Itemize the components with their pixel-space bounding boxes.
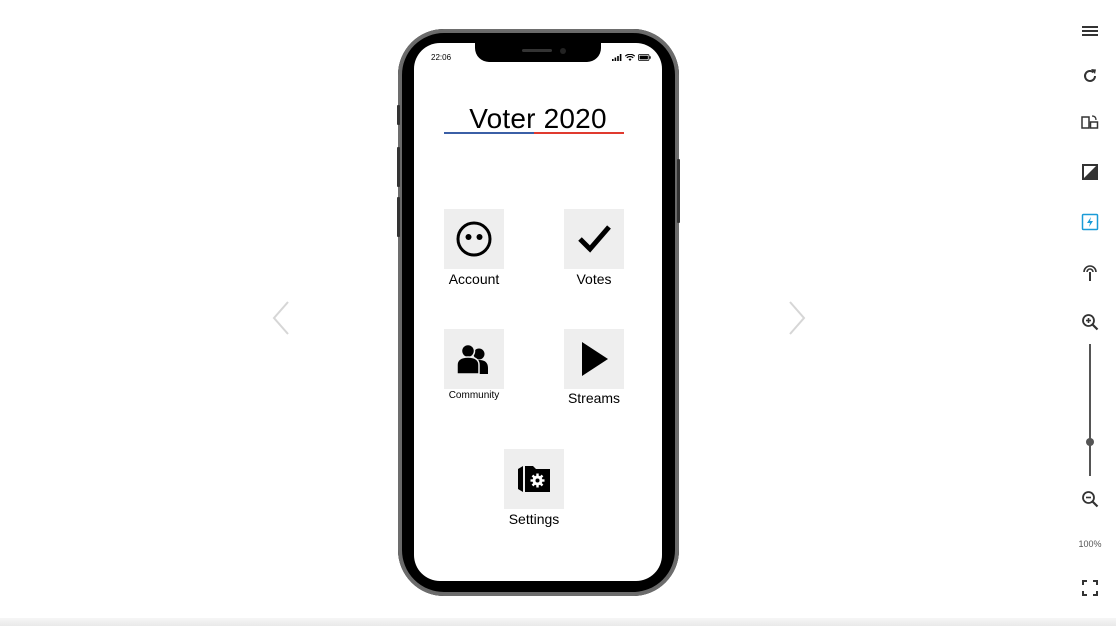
device-toolbar: 100% bbox=[1070, 0, 1110, 618]
power-button bbox=[677, 159, 680, 223]
settings-tile[interactable]: Settings bbox=[484, 449, 584, 527]
community-label: Community bbox=[448, 390, 500, 401]
wifi-icon bbox=[625, 53, 635, 61]
play-icon bbox=[582, 342, 608, 376]
account-icon-box bbox=[444, 209, 504, 269]
smiley-face-icon bbox=[456, 221, 492, 257]
folder-gear-icon bbox=[518, 466, 550, 492]
votes-tile[interactable]: Votes bbox=[544, 209, 644, 287]
status-time: 22:06 bbox=[431, 53, 452, 62]
touch-icon[interactable] bbox=[1078, 261, 1102, 285]
zoom-in-icon[interactable] bbox=[1078, 310, 1102, 334]
streams-icon-box bbox=[564, 329, 624, 389]
contrast-icon[interactable] bbox=[1078, 160, 1102, 184]
account-label: Account bbox=[448, 271, 500, 287]
community-tile[interactable]: Community bbox=[424, 329, 524, 401]
phone-frame: 22:06 Voter 2020 Account Votes Community… bbox=[397, 29, 680, 596]
signal-icon bbox=[612, 53, 622, 61]
speaker bbox=[522, 49, 552, 52]
settings-label: Settings bbox=[508, 511, 560, 527]
previous-arrow-icon[interactable] bbox=[270, 298, 294, 338]
zoom-slider-thumb[interactable] bbox=[1086, 438, 1094, 446]
flash-icon[interactable] bbox=[1078, 210, 1102, 234]
community-icon-box bbox=[444, 329, 504, 389]
checkmark-icon bbox=[578, 225, 611, 253]
menu-icon[interactable] bbox=[1078, 19, 1102, 43]
streams-tile[interactable]: Streams bbox=[544, 329, 644, 406]
streams-label: Streams bbox=[567, 390, 621, 406]
bottom-edge bbox=[0, 618, 1116, 626]
settings-icon-box bbox=[504, 449, 564, 509]
account-tile[interactable]: Account bbox=[424, 209, 524, 287]
front-camera bbox=[560, 48, 566, 54]
next-arrow-icon[interactable] bbox=[784, 298, 808, 338]
fullscreen-icon[interactable] bbox=[1078, 576, 1102, 600]
status-icons bbox=[612, 53, 651, 61]
votes-icon-box bbox=[564, 209, 624, 269]
volume-down-button bbox=[397, 197, 400, 237]
zoom-out-icon[interactable] bbox=[1078, 487, 1102, 511]
rotate-device-icon[interactable] bbox=[1078, 110, 1102, 134]
zoom-slider-track[interactable] bbox=[1089, 344, 1091, 476]
votes-label: Votes bbox=[576, 271, 612, 287]
app-title: Voter 2020 bbox=[469, 103, 607, 134]
notch bbox=[475, 43, 601, 62]
battery-icon bbox=[638, 53, 651, 61]
volume-up-button bbox=[397, 147, 400, 187]
zoom-level: 100% bbox=[1078, 539, 1102, 549]
refresh-icon[interactable] bbox=[1078, 64, 1102, 88]
people-icon bbox=[456, 343, 488, 375]
title-underline bbox=[444, 132, 624, 134]
mute-switch bbox=[397, 105, 400, 125]
phone-screen: 22:06 Voter 2020 Account Votes Community… bbox=[414, 43, 662, 581]
